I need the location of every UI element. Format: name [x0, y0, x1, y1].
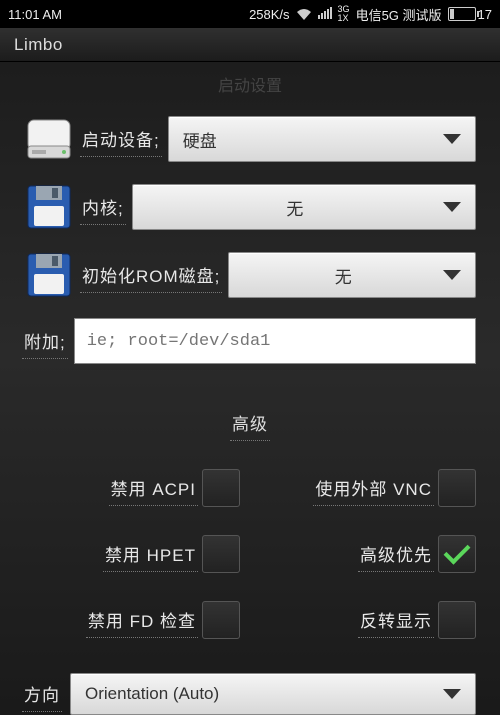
boot-device-label: 启动设备;: [82, 126, 160, 153]
checkbox-high-priority[interactable]: [438, 535, 476, 573]
network-type: 3G 1X: [338, 5, 350, 23]
opt-high-priority: 高级优先: [260, 535, 476, 573]
opt-external-vnc: 使用外部 VNC: [260, 469, 476, 507]
append-input[interactable]: [74, 318, 476, 364]
opt-reverse-display: 反转显示: [260, 601, 476, 639]
checkbox-disable-acpi[interactable]: [202, 469, 240, 507]
floppy-icon: [24, 182, 74, 232]
section-boot-heading: 启动设置: [24, 72, 476, 96]
checkbox-external-vnc[interactable]: [438, 469, 476, 507]
opt-disable-fd: 禁用 FD 检查: [24, 601, 240, 639]
kernel-dropdown[interactable]: 无: [132, 184, 476, 230]
status-bar: 11:01 AM 258K/s 3G 1X 电信5G 测试版 17: [0, 0, 500, 28]
initrd-dropdown[interactable]: 无: [228, 252, 476, 298]
initrd-label: 初始化ROM磁盘;: [82, 262, 220, 289]
carrier-label: 电信5G 测试版: [356, 5, 442, 24]
checkbox-disable-hpet[interactable]: [202, 535, 240, 573]
row-initrd: 初始化ROM磁盘; 无: [24, 250, 476, 300]
hard-drive-icon: [24, 114, 74, 164]
row-kernel: 内核; 无: [24, 182, 476, 232]
append-label: 附加;: [24, 328, 66, 355]
checkbox-reverse-display[interactable]: [438, 601, 476, 639]
chevron-down-icon: [443, 134, 461, 144]
chevron-down-icon: [443, 689, 461, 699]
kernel-label: 内核;: [82, 194, 124, 221]
status-speed: 258K/s: [249, 7, 289, 22]
boot-device-dropdown[interactable]: 硬盘: [168, 116, 476, 162]
advanced-heading: 高级: [232, 410, 268, 437]
row-boot-device: 启动设备; 硬盘: [24, 114, 476, 164]
app-title: Limbo: [14, 35, 63, 55]
checkbox-disable-fd[interactable]: [202, 601, 240, 639]
orientation-dropdown[interactable]: Orientation (Auto): [70, 673, 476, 715]
row-append: 附加;: [24, 318, 476, 364]
opt-disable-acpi: 禁用 ACPI: [24, 469, 240, 507]
status-time: 11:01 AM: [8, 7, 62, 22]
row-orientation: 方向 Orientation (Auto): [24, 667, 476, 715]
chevron-down-icon: [443, 202, 461, 212]
signal-bars-icon: [318, 7, 332, 22]
chevron-down-icon: [443, 270, 461, 280]
wifi-icon: [296, 8, 312, 20]
orientation-label: 方向: [24, 681, 60, 708]
floppy-icon: [24, 250, 74, 300]
opt-disable-hpet: 禁用 HPET: [24, 535, 240, 573]
battery-icon: 17: [448, 7, 492, 22]
app-bar: Limbo: [0, 28, 500, 62]
advanced-options-grid: 禁用 ACPI 使用外部 VNC 禁用 HPET 高级优先 禁用 FD 检查 反…: [24, 469, 476, 639]
